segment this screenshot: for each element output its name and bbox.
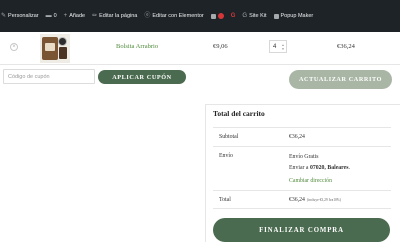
- tax-note: (incluye €3,29 Iva10%): [306, 198, 341, 202]
- totals-divider: [213, 146, 391, 147]
- admin-bar-customize[interactable]: ✎ Personalizar: [1, 13, 39, 19]
- total-value: €36,24: [289, 197, 305, 203]
- totals-divider: [213, 208, 391, 209]
- yoast-status-icon: [217, 13, 224, 19]
- product-jar-image: [59, 47, 67, 59]
- comment-icon: ▬: [45, 13, 52, 19]
- shipping-destination: Enviar a 07020, Baleares.: [289, 165, 350, 171]
- cart-totals-title: Total del carrito: [213, 109, 265, 118]
- shipping-to-prefix: Enviar a: [289, 165, 309, 171]
- quantity-spinner-icon[interactable]: ▲ ▼: [281, 43, 285, 51]
- change-address-link[interactable]: Cambiar dirección: [289, 178, 332, 184]
- product-subtotal: €36,24: [337, 43, 355, 50]
- admin-bar-sitekit[interactable]: G Site Kit: [242, 13, 266, 19]
- admin-bar-edit-page-label: Editar la página: [99, 13, 138, 19]
- admin-bar-new[interactable]: + Añade: [64, 13, 85, 19]
- product-price: €9,06: [213, 43, 228, 50]
- yoast-icon: [210, 13, 216, 19]
- shipping-method: Envío Gratis: [289, 154, 319, 160]
- subtotal-value: €36,24: [289, 134, 305, 140]
- admin-bar-elementor[interactable]: ⓔ Editar con Elementor: [144, 13, 203, 19]
- shipping-label: Envío: [219, 153, 233, 159]
- sitekit-icon: G: [242, 13, 248, 19]
- totals-divider: [213, 127, 391, 128]
- admin-bar-sitekit-label: Site Kit: [249, 13, 267, 19]
- apply-coupon-button[interactable]: APLICAR CUPÓN: [98, 70, 186, 84]
- shipping-to-location: 07020, Baleares: [309, 165, 349, 171]
- product-badge-icon: [58, 37, 67, 46]
- product-name-link[interactable]: Bolsita Arrabrio: [116, 43, 158, 50]
- quantity-value: 4: [273, 43, 277, 50]
- g-icon: G: [230, 13, 236, 19]
- totals-divider: [213, 190, 391, 191]
- wp-admin-bar: ✎ Personalizar ▬ 0 + Añade ✏ Editar la p…: [0, 0, 400, 32]
- admin-bar-g[interactable]: G: [231, 13, 236, 19]
- product-bag-image: [42, 37, 58, 60]
- total-value-line: €36,24 (incluye €3,29 Iva10%): [289, 197, 341, 203]
- plus-icon: +: [63, 13, 68, 19]
- update-cart-button[interactable]: ACTUALIZAR CARRITO: [289, 70, 392, 89]
- cart-row-divider: [0, 64, 400, 65]
- admin-bar-yoast[interactable]: [210, 13, 224, 19]
- shipping-to-suffix: .: [348, 165, 350, 171]
- popup-icon: [273, 13, 279, 19]
- remove-item-button[interactable]: ×: [10, 43, 18, 51]
- admin-bar-popup-maker[interactable]: Popup Maker: [273, 13, 314, 19]
- admin-bar-comments[interactable]: ▬ 0: [46, 13, 57, 19]
- admin-bar-edit-page[interactable]: ✏ Editar la página: [92, 13, 137, 19]
- quantity-input[interactable]: 4 ▲ ▼: [269, 40, 287, 53]
- checkout-button[interactable]: FINALIZAR COMPRA: [213, 218, 390, 242]
- coupon-code-input[interactable]: Código de cupón: [3, 69, 95, 84]
- admin-bar-elementor-label: Editar con Elementor: [152, 13, 204, 19]
- total-label: Total: [219, 197, 231, 203]
- admin-bar-customize-label: Personalizar: [8, 13, 39, 19]
- elementor-icon: ⓔ: [144, 13, 151, 19]
- product-thumbnail[interactable]: [40, 34, 70, 63]
- subtotal-label: Subtotal: [219, 134, 239, 140]
- admin-bar-comments-count: 0: [53, 13, 57, 19]
- brush-icon: ✎: [1, 13, 7, 19]
- admin-bar-popup-maker-label: Popup Maker: [280, 13, 314, 19]
- admin-bar-new-label: Añade: [69, 13, 86, 19]
- pencil-icon: ✏: [92, 13, 98, 19]
